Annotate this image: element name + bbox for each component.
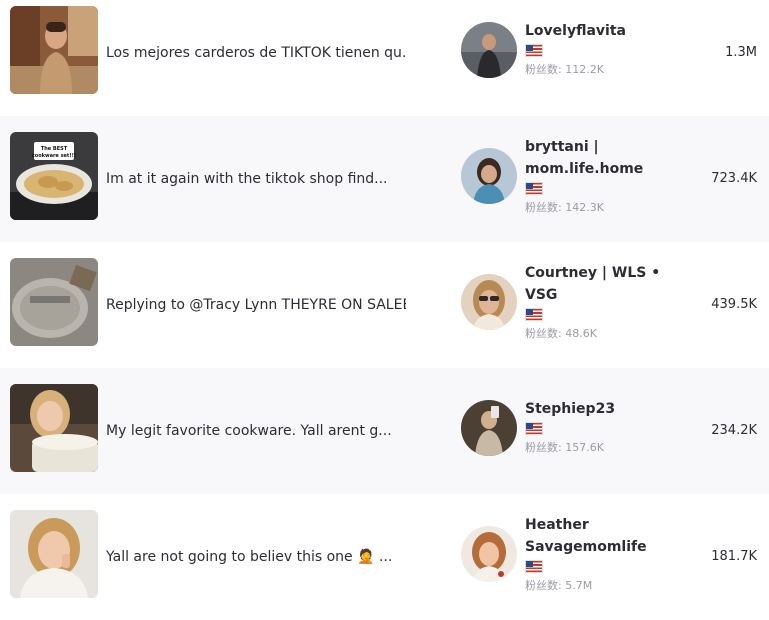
us-flag-icon [525,560,543,573]
video-thumbnail[interactable] [10,6,98,94]
list-item[interactable]: My legit favorite cookware. Yall arent g… [0,368,769,494]
video-title[interactable]: Yall are not going to believ this one 🤦 … [106,547,406,567]
creator-info: Heather Savagemomlife 粉丝数: 5.7M [525,514,675,593]
creator-avatar[interactable] [461,22,517,78]
video-thumbnail-image [10,258,98,346]
creator-avatar[interactable] [461,526,517,582]
creator-info: Stephiep23 粉丝数: 157.6K [525,398,675,455]
creator-avatar[interactable] [461,148,517,204]
follower-count: 粉丝数: 112.2K [525,63,604,76]
follower-count: 粉丝数: 5.7M [525,579,593,592]
view-count: 723.4K [711,171,757,186]
creator-avatar-image [461,274,517,330]
video-title[interactable]: Replying to @Tracy Lynn THEYRE ON SALEE.… [106,295,406,315]
creator-info: Lovelyflavita 粉丝数: 112.2K [525,20,675,77]
creator-avatar[interactable] [461,274,517,330]
follower-count: 粉丝数: 157.6K [525,441,604,454]
creator-name[interactable]: Heather Savagemomlife [525,514,675,558]
video-thumbnail[interactable] [10,510,98,598]
video-thumbnail-image [10,384,98,472]
creator-avatar[interactable] [461,400,517,456]
video-title[interactable]: My legit favorite cookware. Yall arent g… [106,421,406,441]
video-thumbnail[interactable] [10,258,98,346]
creator-avatar-image [461,22,517,78]
us-flag-icon [525,308,543,321]
creator-info: Courtney | WLS • VSG 粉丝数: 48.6K [525,262,675,341]
us-flag-icon [525,182,543,195]
creator-avatar-image [461,526,517,582]
view-count: 234.2K [711,423,757,438]
view-count: 1.3M [725,45,757,60]
list-item[interactable]: Los mejores carderos de TIKTOK tienen qu… [0,0,769,116]
creator-info: bryttani | mom.life.home 粉丝数: 142.3K [525,136,675,215]
view-count: 439.5K [711,297,757,312]
list-item[interactable]: The BEST cookware set!!! Im at it again … [0,116,769,242]
video-title[interactable]: Los mejores carderos de TIKTOK tienen qu… [106,43,406,63]
us-flag-icon [525,422,543,435]
creator-avatar-image [461,400,517,456]
svg-text:cookware set!!!: cookware set!!! [32,153,76,159]
video-thumbnail-image [10,6,98,94]
video-list: Los mejores carderos de TIKTOK tienen qu… [0,0,769,618]
view-count: 181.7K [711,549,757,564]
svg-text:The BEST: The BEST [41,146,68,152]
creator-name[interactable]: Courtney | WLS • VSG [525,262,675,306]
video-title[interactable]: Im at it again with the tiktok shop find… [106,169,406,189]
follower-count: 粉丝数: 48.6K [525,327,597,340]
list-item[interactable]: Replying to @Tracy Lynn THEYRE ON SALEE.… [0,242,769,368]
video-thumbnail[interactable] [10,384,98,472]
creator-avatar-image [461,148,517,204]
video-thumbnail-image [10,510,98,598]
list-item[interactable]: Yall are not going to believ this one 🤦 … [0,494,769,620]
creator-name[interactable]: bryttani | mom.life.home [525,136,675,180]
creator-name[interactable]: Stephiep23 [525,398,675,420]
creator-name[interactable]: Lovelyflavita [525,20,675,42]
video-thumbnail-image: The BEST cookware set!!! [10,132,98,220]
us-flag-icon [525,44,543,57]
video-thumbnail[interactable]: The BEST cookware set!!! [10,132,98,220]
follower-count: 粉丝数: 142.3K [525,201,604,214]
